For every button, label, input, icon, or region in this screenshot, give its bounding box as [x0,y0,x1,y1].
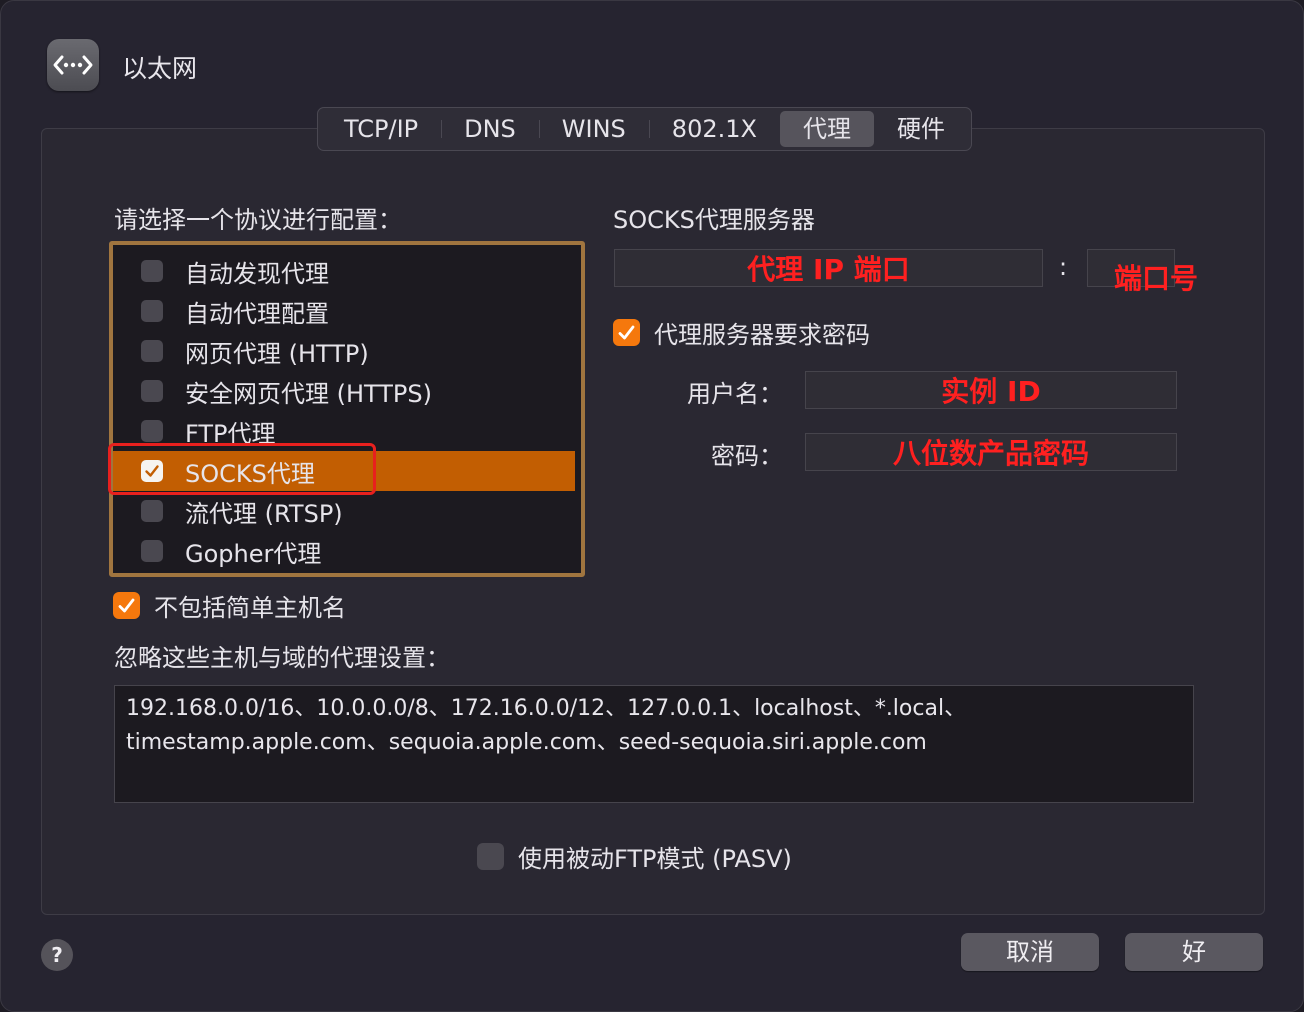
checkbox-checked[interactable] [613,319,640,346]
passive-ftp-row[interactable]: 使用被动FTP模式 (PASV) [477,839,792,874]
highlight-annotation [108,443,376,495]
tab-wins[interactable]: WINS [538,111,649,147]
list-item-http[interactable]: 网页代理 (HTTP) [113,331,575,371]
protocol-list-heading: 请选择一个协议进行配置： [114,206,402,234]
checkmark-icon [618,325,635,340]
checkbox[interactable] [477,843,504,870]
require-password-label: 代理服务器要求密码 [654,321,870,349]
checkmark-icon [118,598,135,613]
password-input[interactable]: 八位数产品密码 [805,433,1177,471]
bypass-line: timestamp.apple.com、sequoia.apple.com、se… [126,730,927,755]
require-password-row[interactable]: 代理服务器要求密码 [613,315,870,350]
checkbox[interactable] [141,420,163,442]
proxy-server-value: 代理 IP 端口 [747,253,910,286]
list-item-label: Gopher代理 [185,539,322,568]
proxy-server-input[interactable]: 代理 IP 端口 [614,249,1043,287]
server-port-separator: : [1059,253,1068,281]
list-item-label: 安全网页代理 (HTTPS) [185,379,433,408]
password-label: 密码： [711,442,783,470]
list-item-auto-config[interactable]: 自动代理配置 [113,291,575,331]
help-button[interactable]: ? [41,939,73,971]
ok-button[interactable]: 好 [1125,933,1263,971]
username-input[interactable]: 实例 ID [805,371,1177,409]
cancel-button[interactable]: 取消 [961,933,1099,971]
checkbox[interactable] [141,540,163,562]
proxy-port-value: 端口号 [1114,262,1199,295]
passive-ftp-label: 使用被动FTP模式 (PASV) [518,845,792,873]
list-item-label: 自动代理配置 [185,299,329,328]
tab-hardware[interactable]: 硬件 [874,111,968,147]
tab-8021x[interactable]: 802.1X [648,111,780,147]
tab-dns[interactable]: DNS [441,111,539,147]
list-item-label: 自动发现代理 [185,259,329,288]
bypass-heading: 忽略这些主机与域的代理设置： [114,644,450,672]
list-item-https[interactable]: 安全网页代理 (HTTPS) [113,371,575,411]
bypass-hosts-textarea[interactable]: 192.168.0.0/16、10.0.0.0/8、172.16.0.0/12、… [114,685,1194,803]
tab-bar: TCP/IP DNS WINS 802.1X 代理 硬件 [317,107,972,151]
list-item-label: 网页代理 (HTTP) [185,339,369,368]
protocol-list[interactable]: 自动发现代理 自动代理配置 网页代理 (HTTP) 安全网页代理 (HTTPS)… [109,241,585,577]
ethernet-icon [47,39,99,91]
list-item-gopher[interactable]: Gopher代理 [113,531,575,571]
password-value: 八位数产品密码 [892,437,1089,470]
username-label: 用户名： [687,380,783,408]
checkbox-checked[interactable] [113,592,140,619]
bypass-line: 192.168.0.0/16、10.0.0.0/8、172.16.0.0/12、… [126,696,967,721]
window-title: 以太网 [122,54,198,83]
network-settings-window: 以太网 TCP/IP DNS WINS 802.1X 代理 硬件 请选择一个协议… [0,0,1304,1012]
checkbox[interactable] [141,380,163,402]
list-item-label: 流代理 (RTSP) [185,499,343,528]
checkbox[interactable] [141,500,163,522]
checkbox[interactable] [141,300,163,322]
socks-server-heading: SOCKS代理服务器 [613,206,815,234]
checkbox[interactable] [141,340,163,362]
list-item-rtsp[interactable]: 流代理 (RTSP) [113,491,575,531]
tab-tcpip[interactable]: TCP/IP [321,111,441,147]
tab-proxy[interactable]: 代理 [779,111,874,147]
list-item-auto-discovery[interactable]: 自动发现代理 [113,251,575,291]
exclude-simple-hostnames-label: 不包括简单主机名 [154,594,346,622]
exclude-simple-hostnames-row[interactable]: 不包括简单主机名 [113,588,346,623]
username-value: 实例 ID [941,375,1041,408]
checkbox[interactable] [141,260,163,282]
